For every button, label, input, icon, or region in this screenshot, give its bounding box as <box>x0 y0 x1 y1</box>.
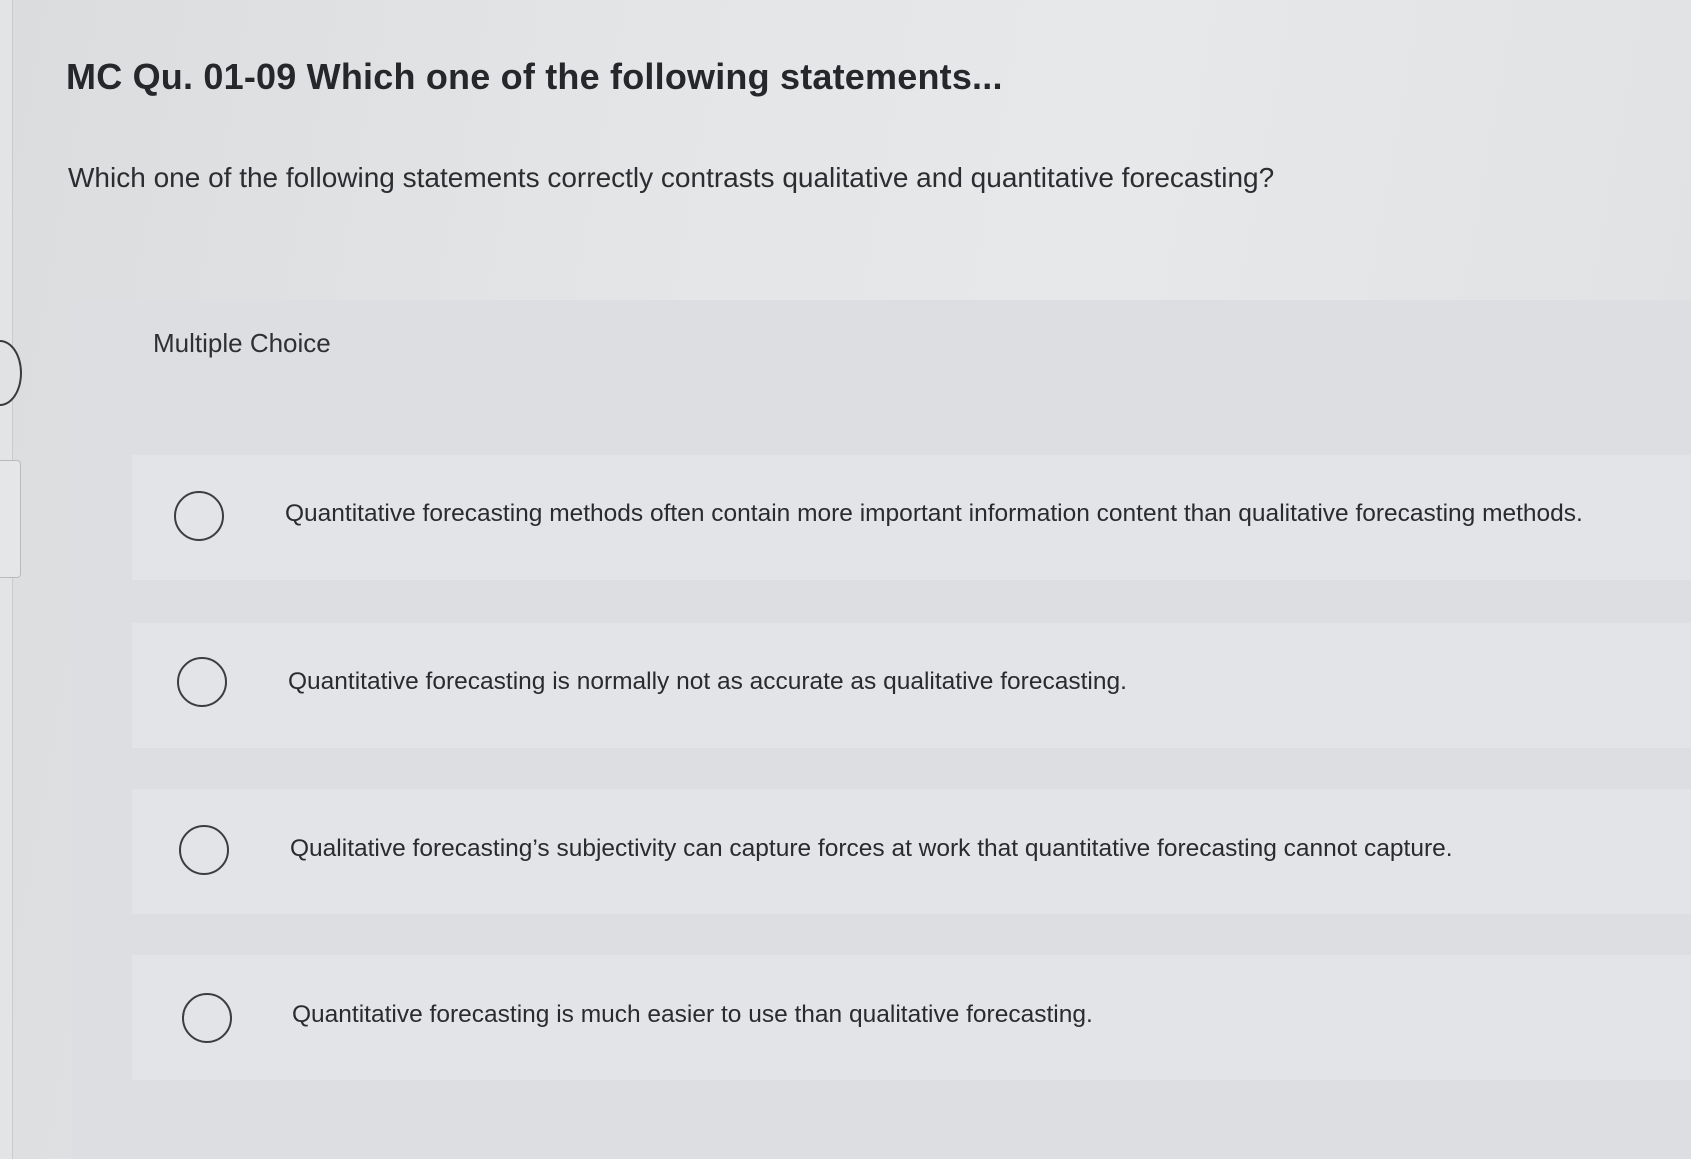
radio-button-1[interactable] <box>174 491 224 541</box>
radio-button-3[interactable] <box>179 825 229 875</box>
side-panel-toggle[interactable] <box>0 340 22 406</box>
question-prompt: Which one of the following statements co… <box>68 162 1275 193</box>
question-title: MC Qu. 01-09 Which one of the following … <box>66 56 1003 97</box>
answer-option-text[interactable]: Quantitative forecasting is normally not… <box>288 668 1127 696</box>
multiple-choice-label: Multiple Choice <box>153 328 331 358</box>
answer-option-4[interactable]: Quantitative forecasting is much easier … <box>132 955 1691 1080</box>
side-panel-tab[interactable] <box>0 460 21 578</box>
left-side-rail <box>0 0 13 1159</box>
answer-option-text[interactable]: Qualitative forecasting’s subjectivity c… <box>290 835 1453 863</box>
radio-button-4[interactable] <box>182 993 232 1043</box>
answer-option-3[interactable]: Qualitative forecasting’s subjectivity c… <box>132 789 1691 914</box>
answer-option-1[interactable]: Quantitative forecasting methods often c… <box>132 455 1691 580</box>
question-page: MC Qu. 01-09 Which one of the following … <box>0 0 1691 1159</box>
answer-option-text[interactable]: Quantitative forecasting is much easier … <box>292 1001 1093 1029</box>
radio-button-2[interactable] <box>177 657 227 707</box>
answer-option-text[interactable]: Quantitative forecasting methods often c… <box>285 500 1583 528</box>
answer-option-2[interactable]: Quantitative forecasting is normally not… <box>132 623 1691 748</box>
